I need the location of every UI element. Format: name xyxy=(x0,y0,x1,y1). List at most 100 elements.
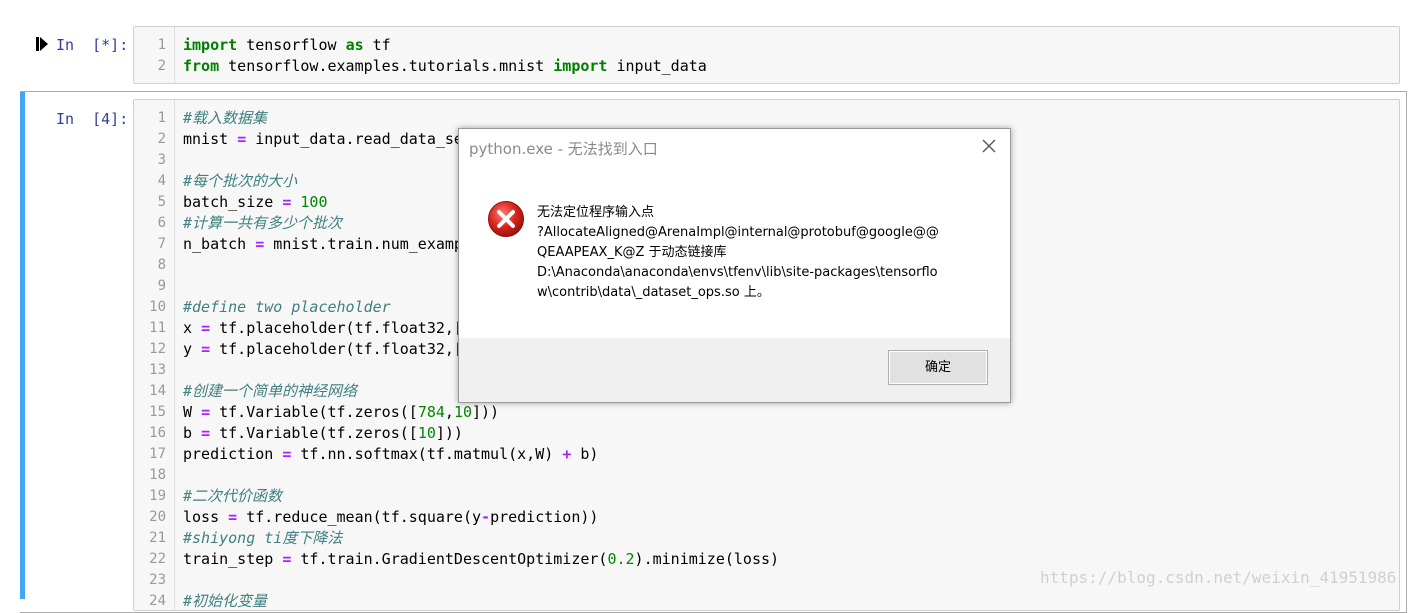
code-text: x = tf.placeholder(tf.float32,[N xyxy=(183,318,472,339)
code-token: tf.Variable(tf.zeros([ xyxy=(210,403,418,421)
code-line[interactable]: 1 #载入数据集 xyxy=(134,108,1394,129)
code-text: train_step = tf.train.GradientDescentOpt… xyxy=(183,549,779,570)
code-token: tf.train.GradientDescentOptimizer( xyxy=(291,550,608,568)
code-token: #shiyong ti度下降法 xyxy=(183,529,343,547)
code-token: = xyxy=(201,319,211,337)
code-token: #每个批次的大小 xyxy=(183,172,298,190)
message-line: 无法定位程序输入点 xyxy=(537,205,655,220)
line-number: 19 xyxy=(149,488,166,504)
code-line[interactable]: 21 #shiyong ti度下降法 xyxy=(134,528,1394,549)
code-token: b) xyxy=(571,445,599,463)
code-token: 784 xyxy=(417,403,445,421)
code-token: ])) xyxy=(472,403,500,421)
code-line[interactable]: 17 prediction = tf.nn.softmax(tf.matmul(x… xyxy=(134,444,1394,465)
line-number: 6 xyxy=(157,215,166,231)
code-text: #define two placeholder xyxy=(183,297,391,318)
code-text: n_batch = mnist.train.num_exampl xyxy=(183,234,472,255)
code-token: tf.placeholder(tf.float32,[N xyxy=(210,340,472,358)
line-number: 22 xyxy=(149,551,166,567)
dialog-message: 无法定位程序输入点 ?AllocateAligned@ArenaImpl@int… xyxy=(537,203,977,303)
line-number: 24 xyxy=(149,593,166,609)
code-text: #每个批次的大小 xyxy=(183,171,297,192)
code-token: prediction xyxy=(183,445,283,463)
code-text: #二次代价函数 xyxy=(183,486,282,507)
code-token: ).minimize(loss) xyxy=(634,550,780,568)
code-token: prediction)) xyxy=(490,508,599,526)
line-number: 14 xyxy=(149,383,166,399)
code-token: = xyxy=(201,340,211,358)
code-line[interactable]: 24 #初始化变量 xyxy=(134,591,1394,612)
code-token: 0.2 xyxy=(607,550,635,568)
line-number: 15 xyxy=(149,404,166,420)
code-token: 100 xyxy=(300,193,328,211)
ok-button[interactable]: 确定 xyxy=(888,350,988,385)
code-text: mnist = input_data.read_data_set xyxy=(183,129,472,150)
code-line[interactable]: 20 loss = tf.reduce_mean(tf.square(y-pred… xyxy=(134,507,1394,528)
line-number: 8 xyxy=(157,257,166,273)
code-text: b = tf.Variable(tf.zeros([10])) xyxy=(183,423,463,444)
line-number: 2 xyxy=(157,131,166,147)
code-token: tf.Variable(tf.zeros([ xyxy=(210,424,418,442)
code-token: = xyxy=(201,403,211,421)
code-text: #计算一共有多少个批次 xyxy=(183,213,342,234)
error-icon xyxy=(488,201,524,237)
code-token: #载入数据集 xyxy=(183,109,268,127)
code-token: #创建一个简单的神经网络 xyxy=(183,382,358,400)
cell-prompt: In [4]: xyxy=(56,110,129,128)
line-number: 9 xyxy=(157,278,166,294)
code-token: #二次代价函数 xyxy=(183,487,283,505)
code-text: prediction = tf.nn.softmax(tf.matmul(x,W… xyxy=(183,444,598,465)
code-token: + xyxy=(562,445,572,463)
line-number: 10 xyxy=(149,299,166,315)
line-number: 13 xyxy=(149,362,166,378)
line-number: 4 xyxy=(157,173,166,189)
line-number: 7 xyxy=(157,236,166,252)
code-token: #define two placeholder xyxy=(183,298,391,316)
code-token: loss xyxy=(183,508,229,526)
code-token: 10 xyxy=(417,424,436,442)
line-number: 5 xyxy=(157,194,166,210)
code-line[interactable]: 22 train_step = tf.train.GradientDescentO… xyxy=(134,549,1394,570)
code-token: train_step xyxy=(183,550,283,568)
code-text: #创建一个简单的神经网络 xyxy=(183,381,357,402)
message-line: D:\Anaconda\anaconda\envs\tfenv\lib\site… xyxy=(537,265,938,280)
close-icon[interactable] xyxy=(978,135,1000,157)
code-token: x xyxy=(183,319,202,337)
error-dialog: python.exe - 无法找到入口 无法定位程序输入点 ?AllocateA… xyxy=(458,128,1011,403)
code-token: mnist xyxy=(183,130,238,148)
code-token: = xyxy=(237,130,247,148)
code-text: loss = tf.reduce_mean(tf.square(y-predic… xyxy=(183,507,598,528)
code-token: mnist.train.num_exampl xyxy=(264,235,472,253)
code-text: #载入数据集 xyxy=(183,108,267,129)
code-token: #计算一共有多少个批次 xyxy=(183,214,343,232)
line-number: 21 xyxy=(149,530,166,546)
code-line[interactable]: 15 W = tf.Variable(tf.zeros([784,10])) xyxy=(134,402,1394,423)
code-line[interactable]: 19 #二次代价函数 xyxy=(134,486,1394,507)
message-line: QEAAPEAX_K@Z 于动态链接库 xyxy=(537,245,727,260)
code-token: = xyxy=(201,424,211,442)
code-token: ])) xyxy=(435,424,463,442)
code-token: - xyxy=(481,508,491,526)
code-token: #初始化变量 xyxy=(183,592,268,610)
code-token: = xyxy=(255,235,265,253)
line-number: 12 xyxy=(149,341,166,357)
code-line[interactable]: 16 b = tf.Variable(tf.zeros([10])) xyxy=(134,423,1394,444)
line-number: 1 xyxy=(157,110,166,126)
code-text: #shiyong ti度下降法 xyxy=(183,528,342,549)
code-token: = xyxy=(228,508,238,526)
code-text: W = tf.Variable(tf.zeros([784,10])) xyxy=(183,402,499,423)
dialog-footer: 确定 xyxy=(459,338,1010,402)
code-token: batch_size xyxy=(183,193,283,211)
message-line: ?AllocateAligned@ArenaImpl@internal@prot… xyxy=(537,225,939,240)
code-line[interactable]: 18 xyxy=(134,465,1394,486)
message-line: w\contrib\data\_dataset_ops.so 上。 xyxy=(537,285,770,300)
line-number: 11 xyxy=(149,320,166,336)
code-token: tf.nn.softmax(tf.matmul(x,W) xyxy=(291,445,563,463)
code-text: batch_size = 100 xyxy=(183,192,328,213)
code-token: tf.reduce_mean(tf.square(y xyxy=(237,508,482,526)
code-token: y xyxy=(183,340,202,358)
code-token: b xyxy=(183,424,202,442)
line-number: 20 xyxy=(149,509,166,525)
code-token: tf.placeholder(tf.float32,[N xyxy=(210,319,472,337)
line-number: 23 xyxy=(149,572,166,588)
